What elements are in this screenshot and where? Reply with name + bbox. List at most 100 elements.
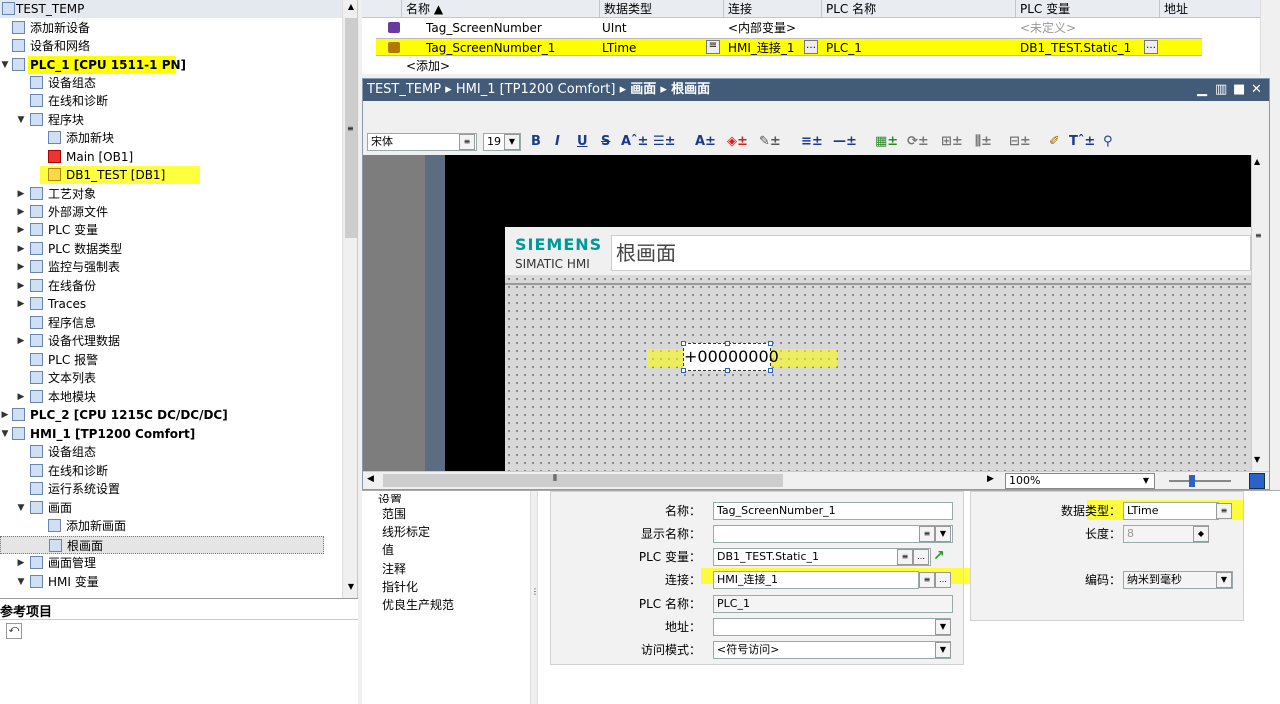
grid-scrollbar[interactable] (1260, 0, 1270, 74)
breadcrumb-folder[interactable]: 画面 (630, 82, 656, 97)
goto-arrow-icon[interactable]: ↗ (933, 548, 945, 564)
screen-canvas[interactable]: SIEMENS SIMATIC HMI 根画面 +00000000 (363, 155, 1251, 471)
layer-icon[interactable]: ▦± (875, 133, 898, 151)
col-header-connection[interactable]: 连接 (724, 0, 822, 18)
line-style-icon[interactable]: —± (833, 133, 857, 151)
resize-handle[interactable] (681, 341, 686, 346)
address-field[interactable] (713, 618, 951, 636)
nav-splitter[interactable]: ⋮ (530, 491, 539, 704)
open-reference-icon[interactable]: ⤺ (6, 623, 22, 639)
expand-arrow-icon[interactable]: ▶ (16, 221, 26, 239)
zoom-slider[interactable] (1169, 480, 1231, 482)
breadcrumb-project[interactable]: TEST_TEMP (367, 82, 441, 97)
display-name-field[interactable] (713, 525, 953, 543)
plc-tag-browse-icon[interactable]: … (1144, 40, 1158, 54)
align-icon[interactable]: ☰± (653, 133, 676, 151)
expand-arrow-icon[interactable]: ▶ (16, 332, 26, 350)
distribute-icon[interactable]: ⫼± (975, 133, 992, 151)
scroll-up-icon[interactable]: ▲ (345, 2, 357, 16)
zoom-area-icon[interactable]: ⚲ (1103, 133, 1113, 151)
scroll-left-icon[interactable]: ◀ (367, 474, 374, 484)
minimize-icon[interactable]: ▁ (1197, 79, 1207, 101)
expand-arrow-icon[interactable]: ▶ (0, 406, 10, 424)
scroll-up-icon[interactable]: ▲ (1254, 157, 1260, 166)
scroll-down-icon[interactable]: ▼ (1254, 455, 1260, 464)
scroll-right-icon[interactable]: ▶ (987, 474, 994, 484)
font-list-icon[interactable]: ≡ (459, 134, 475, 150)
nav-pointer[interactable]: 指针化 (382, 578, 418, 596)
chevron-down-icon[interactable]: ▼ (935, 526, 951, 542)
connection-browse-icon[interactable]: … (804, 40, 818, 54)
collapse-arrow-icon[interactable]: ▼ (16, 499, 26, 517)
resize-handle[interactable] (725, 341, 730, 346)
underline-icon[interactable]: U (577, 133, 588, 151)
expand-arrow-icon[interactable]: ▶ (16, 388, 26, 406)
line-weight-icon[interactable]: ≡± (801, 133, 823, 151)
expand-arrow-icon[interactable]: ▶ (16, 258, 26, 276)
nav-settings[interactable]: 设置 (378, 491, 402, 503)
col-header-name[interactable]: 名称 ▲ (402, 0, 600, 18)
text-list-icon[interactable]: ≡ (919, 526, 935, 542)
resize-handle[interactable] (681, 368, 686, 373)
resize-handle[interactable] (768, 341, 773, 346)
list-icon[interactable]: ≡ (897, 549, 913, 565)
italic-icon[interactable]: I (555, 133, 560, 151)
strikethrough-icon[interactable]: S (601, 133, 610, 151)
browse-icon[interactable]: … (935, 572, 951, 588)
nav-gmp[interactable]: 优良生产规范 (382, 596, 454, 614)
canvas-vscroll[interactable]: ▲ ≡ ▼ (1251, 155, 1269, 471)
resize-handle[interactable] (725, 368, 730, 373)
type-list-icon[interactable]: ≡ (706, 40, 720, 54)
collapse-arrow-icon[interactable]: ▼ (0, 56, 10, 74)
zoom-slider-thumb[interactable] (1189, 475, 1195, 487)
nav-comment[interactable]: 注释 (382, 560, 406, 578)
chevron-down-icon[interactable]: ▼ (1139, 474, 1153, 488)
maximize-icon[interactable]: ■ (1233, 79, 1245, 101)
access-mode-select[interactable]: <符号访问> (713, 641, 951, 659)
font-size-icon[interactable]: Aˆ± (621, 133, 648, 151)
nav-linear-scaling[interactable]: 线形标定 (382, 523, 430, 541)
list-icon[interactable]: ≡ (919, 572, 935, 588)
line-color-icon[interactable]: ✎± (759, 133, 781, 151)
collapse-arrow-icon[interactable]: ▼ (16, 111, 26, 129)
col-header-plc-name[interactable]: PLC 名称 (822, 0, 1016, 18)
close-icon[interactable]: ✕ (1251, 79, 1262, 101)
expand-arrow-icon[interactable]: ▶ (16, 277, 26, 295)
expand-arrow-icon[interactable]: ▶ (16, 240, 26, 258)
collapse-arrow-icon[interactable]: ▼ (16, 573, 26, 591)
expand-arrow-icon[interactable]: ▶ (16, 554, 26, 572)
expand-arrow-icon[interactable]: ▶ (16, 203, 26, 221)
chevron-down-icon[interactable]: ▼ (935, 619, 951, 635)
zoom-select[interactable]: 100% (1005, 473, 1155, 489)
tree-project-row[interactable]: TEST_TEMP (0, 0, 342, 18)
chevron-down-icon[interactable]: ▼ (504, 134, 520, 150)
browse-icon[interactable]: … (913, 549, 929, 565)
scroll-thumb[interactable] (383, 474, 783, 487)
resize-handle[interactable] (768, 368, 773, 373)
tree-item-root-screen[interactable]: 根画面 (0, 536, 324, 554)
col-header-address[interactable]: 地址 (1160, 0, 1270, 18)
nav-values[interactable]: 值 (382, 541, 394, 559)
tree-scrollbar[interactable]: ▲ ≡ ▼ (342, 0, 357, 598)
expand-arrow-icon[interactable]: ▶ (16, 295, 26, 313)
zoom-fit-icon[interactable] (1249, 473, 1265, 489)
table-row-selected[interactable]: Tag_ScreenNumber_1 LTime ≡ HMI_连接_1 … PL… (376, 38, 1202, 56)
breadcrumb-device[interactable]: HMI_1 [TP1200 Comfort] (456, 82, 616, 97)
tile-icon[interactable]: ▥ (1215, 79, 1227, 101)
fill-color-icon[interactable]: ◈± (727, 133, 748, 151)
chevron-down-icon[interactable]: ▼ (1216, 572, 1232, 588)
nav-range[interactable]: 范围 (382, 505, 406, 523)
tree-item-db1-test[interactable]: DB1_TEST [DB1] (40, 166, 200, 184)
col-header-plc-tag[interactable]: PLC 变量 (1016, 0, 1160, 18)
add-tag-row[interactable]: <添加> (406, 57, 450, 75)
io-field[interactable]: +00000000 (683, 343, 779, 371)
name-field[interactable]: Tag_ScreenNumber_1 (713, 502, 953, 520)
bold-icon[interactable]: B (531, 133, 541, 151)
collapse-arrow-icon[interactable]: ▼ (0, 425, 10, 443)
scroll-down-icon[interactable]: ▼ (345, 582, 357, 596)
connection-field[interactable]: HMI_连接_1 (713, 571, 919, 589)
same-size-icon[interactable]: ⊟± (1009, 133, 1031, 151)
breadcrumb-screen[interactable]: 根画面 (671, 82, 710, 97)
col-header-type[interactable]: 数据类型 (600, 0, 724, 18)
list-icon[interactable]: ≡ (1216, 503, 1232, 519)
